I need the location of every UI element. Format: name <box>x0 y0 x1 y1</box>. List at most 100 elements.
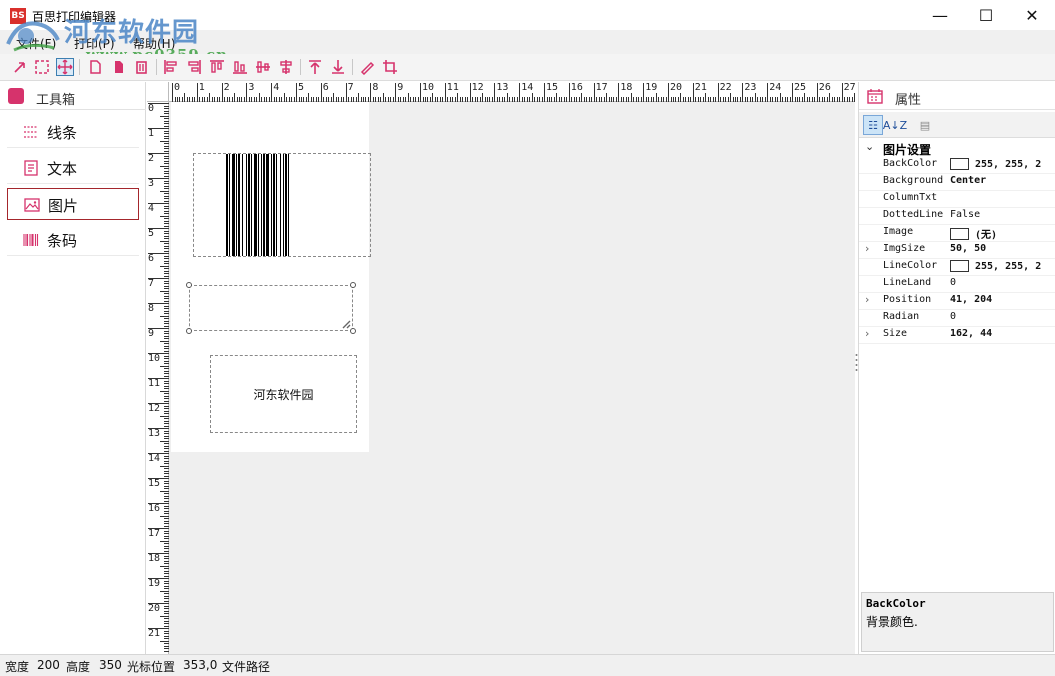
ruler-tick <box>164 618 169 619</box>
move-icon[interactable] <box>56 58 74 76</box>
ruler-tick <box>732 97 734 102</box>
ruler-tick <box>546 97 548 102</box>
ruler-tick <box>504 97 506 102</box>
resize-handle-top-left[interactable] <box>186 282 192 288</box>
align-bottom-icon[interactable] <box>231 58 249 76</box>
property-pages-button[interactable]: ▤ <box>915 115 935 135</box>
chevron-down-icon[interactable]: ⌄ <box>865 140 874 153</box>
property-row[interactable]: DottedLine False <box>859 208 1055 225</box>
ruler-tick <box>164 445 169 447</box>
text-element[interactable]: 河东软件园 <box>210 355 357 433</box>
property-value[interactable]: 255, 255, 2 <box>950 260 1055 272</box>
align-right-icon[interactable] <box>185 58 203 76</box>
ruler-top-label: 16 <box>570 82 583 93</box>
align-left-icon[interactable] <box>162 58 180 76</box>
ruler-tick <box>405 97 407 102</box>
minimize-button[interactable]: — <box>917 0 963 30</box>
chevron-right-icon[interactable]: › <box>865 242 875 255</box>
center-horizontal-icon[interactable] <box>254 58 272 76</box>
ruler-tick <box>477 97 478 102</box>
crop-icon[interactable] <box>381 58 399 76</box>
property-row[interactable]: ColumnTxt <box>859 191 1055 208</box>
center-vertical-icon[interactable] <box>277 58 295 76</box>
ruler-tick <box>412 97 414 102</box>
tool-line[interactable]: 线条 <box>7 116 139 148</box>
chevron-right-icon[interactable]: › <box>865 327 875 340</box>
ruler-tick <box>164 468 169 469</box>
ruler-tick <box>519 83 521 102</box>
ruler-top-label: 2 <box>223 82 230 93</box>
select-arrow-icon[interactable] <box>11 58 29 76</box>
property-row[interactable]: Background Center <box>859 174 1055 191</box>
status-height-value: 350 <box>99 658 122 672</box>
toolbar-separator <box>300 59 301 75</box>
ruler-tick <box>444 83 446 102</box>
tool-image[interactable]: 图片 <box>7 188 139 220</box>
ruler-tick <box>549 97 550 102</box>
ruler-tick <box>164 520 169 522</box>
select-rect-icon[interactable] <box>33 58 51 76</box>
image-element[interactable] <box>186 282 356 334</box>
property-value[interactable]: 50, 50 <box>950 243 1055 254</box>
property-value[interactable]: 41, 204 <box>950 294 1055 305</box>
barcode-bar <box>273 154 275 256</box>
send-back-icon[interactable] <box>329 58 347 76</box>
ruler-tick <box>749 97 751 102</box>
property-row[interactable]: › ImgSize 50, 50 <box>859 242 1055 259</box>
property-value[interactable]: 0 <box>950 311 1055 322</box>
property-row[interactable]: Image (无) <box>859 225 1055 242</box>
ruler-tick <box>739 97 741 102</box>
ruler-tick <box>779 93 781 102</box>
property-value[interactable]: 255, 255, 2 <box>950 158 1055 170</box>
close-button[interactable]: ✕ <box>1009 0 1055 30</box>
ruler-tick <box>454 97 456 102</box>
alphabetical-sort-button[interactable]: A↓Z <box>883 115 907 135</box>
maximize-button[interactable]: ☐ <box>963 0 1009 30</box>
ruler-tick <box>164 213 169 214</box>
property-row[interactable]: BackColor 255, 255, 2 <box>859 157 1055 174</box>
resize-handle-top-right[interactable] <box>350 282 356 288</box>
resize-grip-icon[interactable] <box>341 319 351 329</box>
page-icon[interactable] <box>86 58 104 76</box>
chevron-right-icon[interactable]: › <box>865 293 875 306</box>
barcode-element[interactable] <box>193 153 371 257</box>
pen-icon[interactable] <box>358 58 376 76</box>
delete-icon[interactable] <box>132 58 150 76</box>
tool-text[interactable]: 文本 <box>7 152 139 184</box>
copy-icon[interactable] <box>109 58 127 76</box>
ruler-tick <box>164 135 169 137</box>
ruler-tick <box>811 97 813 102</box>
property-value[interactable]: False <box>950 209 1055 220</box>
categorized-view-button[interactable]: ☷ <box>863 115 883 135</box>
ruler-tick <box>148 378 169 379</box>
tool-barcode[interactable]: 条码 <box>7 224 139 256</box>
property-row[interactable]: Radian 0 <box>859 310 1055 327</box>
ruler-tick <box>164 273 169 274</box>
property-value[interactable]: 162, 44 <box>950 328 1055 339</box>
property-row[interactable]: › Position 41, 204 <box>859 293 1055 310</box>
align-top-icon[interactable] <box>208 58 226 76</box>
property-value[interactable]: Center <box>950 175 1055 186</box>
toolbar-separator <box>79 59 80 75</box>
ruler-tick <box>653 97 655 102</box>
ruler-tick <box>164 150 169 152</box>
property-row[interactable]: LineColor 255, 255, 2 <box>859 259 1055 276</box>
property-row[interactable]: LineLand 0 <box>859 276 1055 293</box>
property-category-row[interactable]: ⌄ 图片设置 <box>859 140 1055 157</box>
ruler-tick <box>707 97 709 102</box>
ruler-left-label: 1 <box>148 128 155 139</box>
bring-front-icon[interactable] <box>306 58 324 76</box>
ruler-tick <box>164 373 169 374</box>
ruler-tick <box>164 308 169 309</box>
ruler-tick <box>692 83 694 102</box>
ruler-tick <box>184 93 186 102</box>
barcode-bar <box>263 154 265 256</box>
design-canvas-area[interactable]: 0 1 2 3 4 5 6 7 8 9 10 11 12 13 14 15 16 17 18 19 20 21 22 23 24… <box>147 82 855 654</box>
property-value[interactable]: 0 <box>950 277 1055 288</box>
ruler-tick <box>164 218 169 219</box>
ruler-tick <box>164 188 169 189</box>
resize-handle-bottom-left[interactable] <box>186 328 192 334</box>
property-row[interactable]: › Size 162, 44 <box>859 327 1055 344</box>
ruler-tick <box>164 293 169 294</box>
property-value[interactable]: (无) <box>950 226 1055 241</box>
